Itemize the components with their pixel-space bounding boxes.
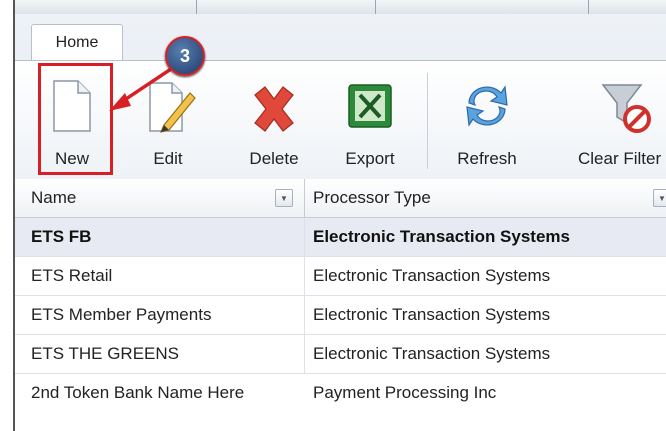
- table-row[interactable]: ETS Member Payments Electronic Transacti…: [15, 296, 666, 335]
- clear-filter-button-label: Clear Filter: [578, 149, 662, 168]
- column-divider: [304, 179, 305, 217]
- toolbar: New Edit Delete Export Refresh Clear Fil…: [15, 59, 666, 180]
- processor-type-filter-dropdown-icon[interactable]: ▼: [653, 189, 666, 207]
- excel-export-icon: [347, 83, 393, 134]
- cell-processor-type: Payment Processing Inc: [313, 383, 497, 402]
- name-filter-dropdown-icon[interactable]: ▼: [275, 189, 293, 207]
- cell-name: 2nd Token Bank Name Here: [31, 383, 245, 402]
- delete-button[interactable]: Delete: [237, 61, 311, 179]
- edit-button-label: Edit: [153, 149, 183, 168]
- column-header-processor-type[interactable]: Processor Type: [313, 179, 431, 217]
- clear-filter-button[interactable]: Clear Filter: [561, 61, 666, 179]
- column-divider: [304, 296, 305, 334]
- delete-button-label: Delete: [249, 149, 299, 168]
- table-row[interactable]: ETS Retail Electronic Transaction System…: [15, 257, 666, 296]
- table-row[interactable]: ETS THE GREENS Electronic Transaction Sy…: [15, 335, 666, 374]
- cell-processor-type: Electronic Transaction Systems: [313, 344, 551, 363]
- step-callout-badge: 3: [165, 36, 205, 76]
- cell-processor-type: Electronic Transaction Systems: [313, 227, 570, 246]
- export-button-label: Export: [345, 149, 395, 168]
- column-header-name[interactable]: Name: [31, 179, 76, 217]
- export-button[interactable]: Export: [333, 61, 407, 179]
- refresh-button-label: Refresh: [457, 149, 517, 168]
- column-divider: [304, 218, 305, 256]
- column-divider: [304, 335, 305, 373]
- toolbar-divider: [427, 73, 428, 169]
- cell-name: ETS FB: [31, 227, 92, 246]
- refresh-icon: [461, 83, 513, 134]
- clear-filter-icon: [601, 81, 651, 140]
- cell-processor-type: Electronic Transaction Systems: [313, 266, 551, 285]
- table-row[interactable]: ETS FB Electronic Transaction Systems: [15, 218, 666, 257]
- cell-name: ETS Member Payments: [31, 305, 212, 324]
- tab-divider: [375, 0, 376, 14]
- cell-name: ETS Retail: [31, 266, 113, 285]
- cell-name: ETS THE GREENS: [31, 344, 179, 363]
- grid-header: Name ▼ Processor Type ▼: [15, 179, 666, 218]
- delete-x-icon: [249, 85, 299, 138]
- table-row[interactable]: 2nd Token Bank Name Here Payment Process…: [15, 374, 666, 412]
- cell-processor-type: Electronic Transaction Systems: [313, 305, 551, 324]
- column-divider: [304, 257, 305, 295]
- app-window: Home New Edit Delete Export Refresh Clea…: [0, 0, 666, 431]
- refresh-button[interactable]: Refresh: [445, 61, 529, 179]
- window-tab-strip: [15, 0, 666, 15]
- tab-divider: [196, 0, 197, 14]
- tab-divider: [588, 0, 589, 14]
